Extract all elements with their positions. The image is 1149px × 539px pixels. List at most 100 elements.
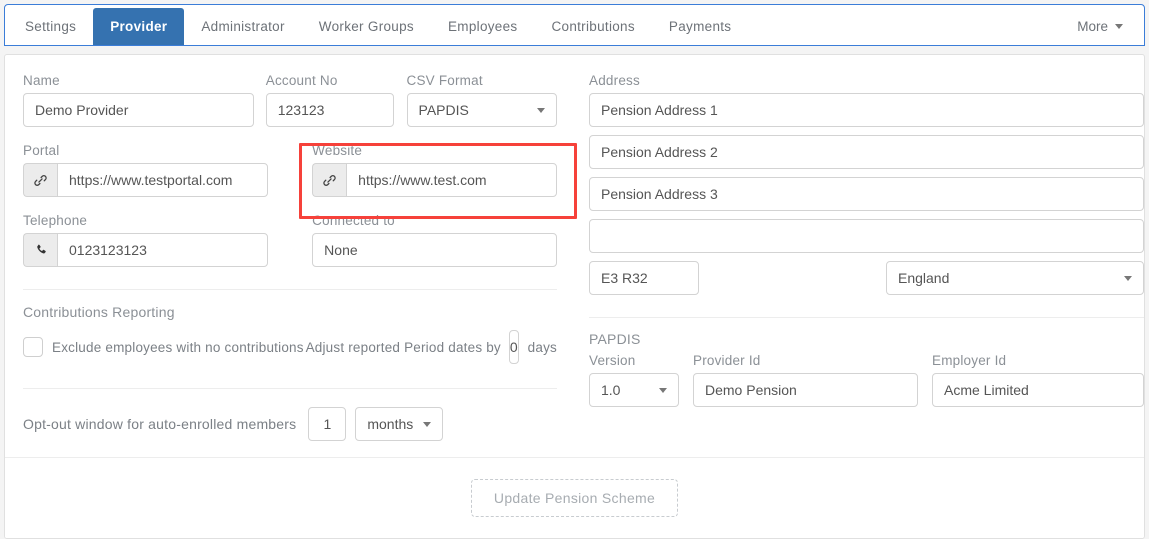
papdis-employer-id-input[interactable]: Acme Limited bbox=[932, 373, 1144, 407]
chevron-down-icon bbox=[423, 421, 432, 427]
papdis-employer-id-field-group: Employer Id Acme Limited bbox=[932, 353, 1144, 407]
tab-worker-groups[interactable]: Worker Groups bbox=[301, 8, 431, 45]
portal-input-group: https://www.testportal.com bbox=[23, 163, 268, 197]
tab-contributions[interactable]: Contributions bbox=[534, 8, 652, 45]
csv-format-value: PAPDIS bbox=[418, 102, 469, 118]
name-label: Name bbox=[23, 73, 60, 88]
papdis-heading: PAPDIS bbox=[589, 331, 641, 347]
more-label: More bbox=[1077, 19, 1108, 34]
website-input[interactable]: https://www.test.com bbox=[346, 163, 557, 197]
provider-form-panel: Name Demo Provider Account No 123123 CSV… bbox=[4, 54, 1145, 539]
left-column: Name Demo Provider Account No 123123 CSV… bbox=[5, 55, 575, 459]
optout-window-row: Opt-out window for auto-enrolled members… bbox=[23, 407, 557, 441]
papdis-version-field-group: Version 1.0 bbox=[589, 353, 679, 407]
name-account-csv-row: Name Demo Provider Account No 123123 CSV… bbox=[23, 73, 557, 127]
tab-label: Payments bbox=[668, 19, 732, 34]
chevron-down-icon bbox=[537, 107, 545, 113]
portal-field-group: Portal https://www.testportal.com bbox=[23, 143, 268, 197]
gap bbox=[268, 143, 312, 197]
tab-provider[interactable]: Provider bbox=[93, 8, 185, 45]
telephone-field-group: Telephone 0123123123 bbox=[23, 213, 268, 267]
tab-label: Administrator bbox=[201, 19, 285, 34]
address-line-3-input[interactable]: Pension Address 3 bbox=[589, 177, 1144, 211]
csv-format-label: CSV Format bbox=[406, 73, 483, 88]
tab-label: Provider bbox=[110, 19, 168, 34]
chevron-down-icon bbox=[1115, 24, 1123, 29]
adjust-period-label: Adjust reported Period dates by bbox=[305, 339, 501, 355]
postcode-input[interactable]: E3 R32 bbox=[589, 261, 699, 295]
more-tabs-dropdown[interactable]: More bbox=[1059, 8, 1141, 45]
telephone-connected-row: Telephone 0123123123 Connected to None bbox=[23, 213, 557, 267]
tab-label: Settings bbox=[25, 19, 77, 34]
app-root: Settings Provider Administrator Worker G… bbox=[0, 0, 1149, 539]
phone-icon bbox=[23, 233, 57, 267]
right-column: Address Pension Address 1 Pension Addres… bbox=[575, 55, 1144, 459]
telephone-input[interactable]: 0123123123 bbox=[57, 233, 268, 267]
gap bbox=[254, 73, 266, 127]
csv-format-field-group: CSV Format PAPDIS bbox=[406, 73, 557, 127]
telephone-input-group: 0123123123 bbox=[23, 233, 268, 267]
exclude-employees-checkbox[interactable] bbox=[23, 337, 43, 357]
address-line-2-input[interactable]: Pension Address 2 bbox=[589, 135, 1144, 169]
country-select[interactable]: England bbox=[886, 261, 1144, 295]
papdis-version-select[interactable]: 1.0 bbox=[589, 373, 679, 407]
right-divider-1 bbox=[589, 317, 1144, 318]
tab-label: Employees bbox=[447, 19, 518, 34]
portal-label: Portal bbox=[23, 143, 60, 158]
tab-bar: Settings Provider Administrator Worker G… bbox=[4, 4, 1145, 46]
optout-window-unit-select[interactable]: months bbox=[355, 407, 444, 441]
csv-format-select[interactable]: PAPDIS bbox=[406, 93, 557, 127]
account-no-input[interactable]: 123123 bbox=[265, 93, 394, 127]
optout-window-input[interactable]: 1 bbox=[308, 407, 347, 441]
country-value: England bbox=[898, 270, 950, 286]
papdis-employer-id-label: Employer Id bbox=[932, 353, 1007, 368]
contributions-reporting-row: Exclude employees with no contributions … bbox=[23, 330, 557, 364]
left-divider-2 bbox=[23, 388, 557, 389]
link-icon bbox=[312, 163, 347, 197]
name-field-group: Name Demo Provider bbox=[23, 73, 255, 127]
exclude-employees-label: Exclude employees with no contributions bbox=[52, 339, 304, 355]
account-no-field-group: Account No 123123 bbox=[265, 73, 394, 127]
tab-settings[interactable]: Settings bbox=[8, 8, 94, 45]
tab-label: Contributions bbox=[551, 19, 635, 34]
connected-to-input[interactable]: None bbox=[312, 233, 557, 267]
portal-input[interactable]: https://www.testportal.com bbox=[57, 163, 268, 197]
tab-label: Worker Groups bbox=[318, 19, 414, 34]
papdis-provider-id-input[interactable]: Demo Pension bbox=[693, 373, 918, 407]
website-label: Website bbox=[312, 143, 363, 158]
papdis-fields-row: Version 1.0 Provider Id Demo Pension Emp… bbox=[589, 353, 1144, 407]
papdis-provider-id-label: Provider Id bbox=[693, 353, 761, 368]
name-input[interactable]: Demo Provider bbox=[23, 93, 255, 127]
telephone-label: Telephone bbox=[23, 213, 88, 228]
chevron-down-icon bbox=[1124, 275, 1132, 281]
website-input-group: https://www.test.com bbox=[312, 163, 557, 197]
connected-to-label: Connected to bbox=[312, 213, 395, 228]
address-label: Address bbox=[589, 73, 640, 88]
gap bbox=[268, 213, 312, 267]
account-no-label: Account No bbox=[265, 73, 338, 88]
left-divider-1 bbox=[23, 289, 557, 290]
contributions-reporting-section: Contributions Reporting Exclude employee… bbox=[23, 304, 557, 364]
contributions-reporting-heading: Contributions Reporting bbox=[23, 304, 175, 320]
update-pension-scheme-button[interactable]: Update Pension Scheme bbox=[470, 479, 679, 517]
papdis-version-value: 1.0 bbox=[601, 382, 621, 398]
adjust-period-suffix: days bbox=[527, 339, 557, 355]
website-field-group: Website https://www.test.com bbox=[312, 143, 557, 197]
gap bbox=[918, 353, 932, 407]
postcode-country-row: E3 R32 England bbox=[589, 261, 1144, 295]
tab-payments[interactable]: Payments bbox=[651, 8, 749, 45]
connected-to-field-group: Connected to None bbox=[312, 213, 557, 267]
tab-administrator[interactable]: Administrator bbox=[184, 8, 302, 45]
chevron-down-icon bbox=[659, 387, 667, 393]
address-line-1-input[interactable]: Pension Address 1 bbox=[589, 93, 1144, 127]
tab-employees[interactable]: Employees bbox=[430, 8, 535, 45]
tab-bar-spacer bbox=[748, 8, 1059, 45]
adjust-period-input[interactable]: 0 bbox=[508, 330, 519, 364]
gap bbox=[699, 261, 886, 295]
optout-window-label: Opt-out window for auto-enrolled members bbox=[23, 416, 297, 432]
portal-website-row: Portal https://www.testportal.com Websit… bbox=[23, 143, 557, 197]
gap bbox=[394, 73, 407, 127]
address-line-4-input[interactable] bbox=[589, 219, 1144, 253]
form-columns: Name Demo Provider Account No 123123 CSV… bbox=[5, 55, 1144, 459]
gap bbox=[679, 353, 693, 407]
